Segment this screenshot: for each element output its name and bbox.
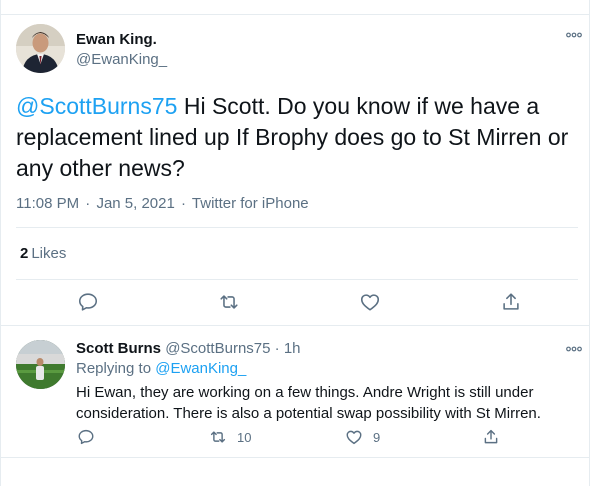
reply-time[interactable]: 1h: [284, 340, 301, 357]
reply-share-button[interactable]: [482, 428, 500, 446]
likes-label: Likes: [31, 245, 67, 262]
bottom-divider: [0, 457, 590, 458]
tweet-meta: 11:08 PM · Jan 5, 2021 · Twitter for iPh…: [16, 195, 309, 212]
likes-count: 2: [20, 245, 29, 262]
reply-share-icon: [484, 429, 498, 444]
reply-comment-icon: [78, 429, 94, 445]
reply-retweet-count: 10: [237, 429, 252, 445]
reply-heart-icon: [346, 430, 362, 445]
reply-separator: ·: [274, 340, 280, 357]
tweet-time[interactable]: 11:08 PM: [16, 195, 79, 212]
retweet-icon[interactable]: [218, 291, 240, 313]
meta-separator-2: ·: [181, 195, 187, 212]
replying-to: Replying to @EwanKing_: [76, 360, 246, 377]
reply-text: Hi Ewan, they are working on a few thing…: [76, 384, 541, 422]
likes-summary[interactable]: 2 Likes: [20, 245, 66, 262]
mention-link[interactable]: @ScottBurns75: [16, 93, 177, 119]
share-icon[interactable]: [500, 291, 522, 313]
top-divider: [0, 14, 590, 15]
tweet-text: @ScottBurns75 Hi Scott. Do you know if w…: [16, 91, 578, 184]
reply-header: Scott Burns @ScottBurns75 · 1h: [76, 340, 301, 357]
tweet-source[interactable]: Twitter for iPhone: [192, 195, 309, 212]
like-icon[interactable]: [359, 291, 381, 313]
reply-author-name[interactable]: Scott Burns: [76, 340, 161, 357]
replying-to-link[interactable]: @EwanKing_: [155, 360, 246, 377]
stats-divider: [16, 279, 578, 280]
thread-divider: [0, 325, 590, 326]
author-handle[interactable]: @EwanKing_: [76, 51, 167, 68]
reply-reply-button[interactable]: [77, 428, 95, 446]
tweet-date[interactable]: Jan 5, 2021: [96, 195, 174, 212]
meta-separator: ·: [85, 195, 91, 212]
reply-like-count: 9: [373, 429, 381, 445]
reply-author-handle[interactable]: @ScottBurns75: [165, 340, 270, 357]
replying-prefix: Replying to: [76, 360, 156, 377]
reply-retweet-icon: [210, 431, 226, 443]
reply-icon[interactable]: [77, 291, 99, 313]
more-options-icon[interactable]: [565, 28, 583, 42]
reply-like-button[interactable]: 9: [345, 428, 380, 446]
reply-retweet-button[interactable]: 10: [209, 428, 251, 446]
meta-divider: [16, 227, 578, 228]
author-avatar[interactable]: [16, 24, 65, 73]
author-name[interactable]: Ewan King.: [76, 31, 157, 48]
reply-more-options-icon[interactable]: [565, 342, 583, 356]
reply-author-avatar[interactable]: [16, 340, 65, 389]
